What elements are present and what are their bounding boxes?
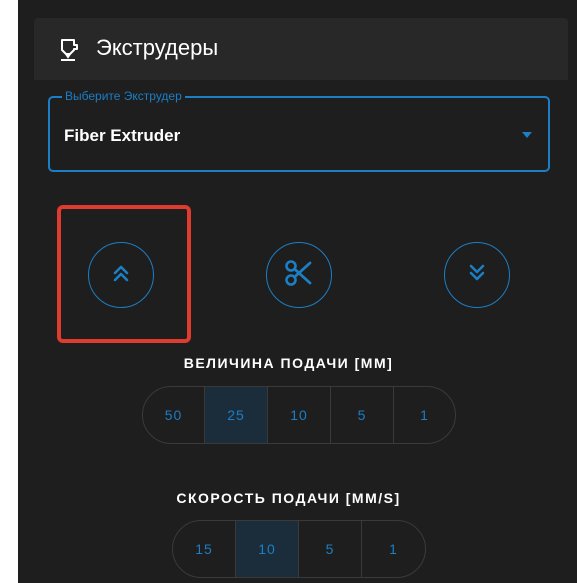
retract-button[interactable] bbox=[88, 242, 154, 308]
extruder-select-label: Выберите Экструдер bbox=[62, 89, 185, 103]
extrude-button[interactable] bbox=[444, 242, 510, 308]
feed-speed-label: СКОРОСТЬ ПОДАЧИ [MM/S] bbox=[176, 490, 401, 506]
chevron-down-icon bbox=[522, 132, 532, 138]
extruder-icon bbox=[58, 38, 80, 62]
extruder-select[interactable]: Выберите Экструдер Fiber Extruder bbox=[48, 89, 550, 172]
feed-speed-group: 15 10 5 1 bbox=[172, 520, 426, 578]
feed-amount-option[interactable]: 10 bbox=[268, 387, 331, 443]
feed-amount-group: 50 25 10 5 1 bbox=[142, 386, 456, 444]
feed-amount-label: ВЕЛИЧИНА ПОДАЧИ [MM] bbox=[183, 355, 394, 371]
page-title: Экструдеры bbox=[96, 35, 219, 60]
feed-amount-option[interactable]: 5 bbox=[331, 387, 394, 443]
cut-button[interactable] bbox=[266, 242, 332, 308]
scissors-icon bbox=[282, 256, 316, 295]
feed-amount-option[interactable]: 50 bbox=[143, 387, 205, 443]
panel-header: Экструдеры bbox=[34, 18, 568, 80]
double-chevron-up-icon bbox=[109, 261, 133, 290]
feed-speed-option[interactable]: 10 bbox=[236, 521, 299, 577]
extruder-select-value: Fiber Extruder bbox=[64, 126, 181, 145]
feed-amount-option[interactable]: 1 bbox=[394, 387, 455, 443]
double-chevron-down-icon bbox=[465, 261, 489, 290]
feed-amount-option[interactable]: 25 bbox=[205, 387, 268, 443]
feed-speed-option[interactable]: 1 bbox=[362, 521, 425, 577]
feed-speed-option[interactable]: 15 bbox=[173, 521, 236, 577]
feed-speed-option[interactable]: 5 bbox=[299, 521, 362, 577]
